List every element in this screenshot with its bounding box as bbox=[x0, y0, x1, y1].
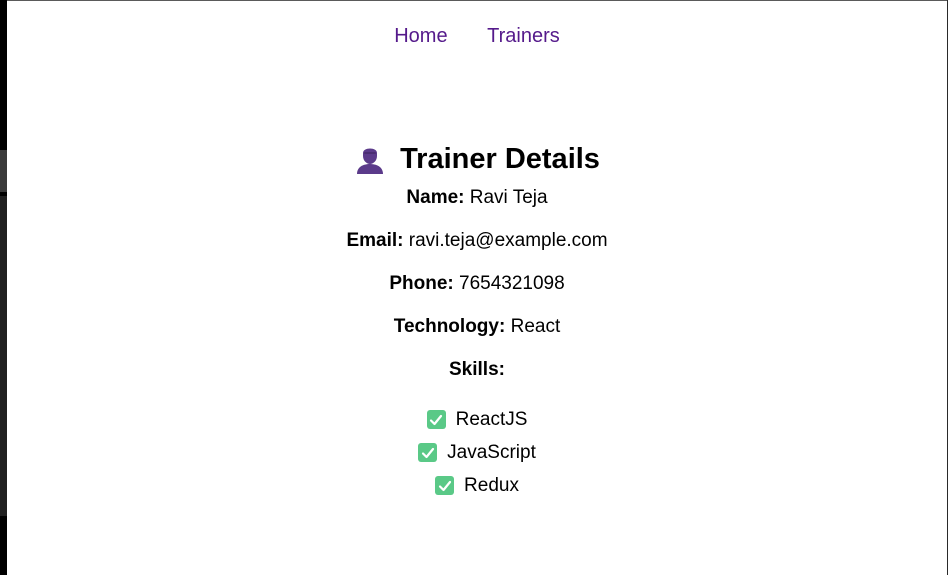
skills-label: Skills: bbox=[449, 359, 505, 380]
list-item: ReactJS bbox=[7, 403, 947, 436]
field-value: ravi.teja@example.com bbox=[408, 230, 608, 251]
skills-list: ReactJS JavaScript Redux bbox=[7, 403, 947, 502]
field-value: React bbox=[510, 316, 561, 337]
field-skills: Skills: bbox=[7, 355, 947, 398]
nav-link-home[interactable]: Home bbox=[394, 25, 447, 47]
page: Home Trainers Trainer Details Name: Ravi… bbox=[7, 1, 947, 575]
top-nav: Home Trainers bbox=[7, 25, 947, 48]
window-edge-segment bbox=[0, 150, 7, 192]
field-label: Name: bbox=[406, 187, 465, 208]
field-phone: Phone: 7654321098 bbox=[7, 269, 947, 312]
field-label: Technology: bbox=[393, 316, 506, 337]
window-left-border bbox=[0, 0, 7, 575]
list-item: JavaScript bbox=[7, 436, 947, 469]
skill-label: Redux bbox=[464, 474, 519, 496]
field-technology: Technology: React bbox=[7, 312, 947, 355]
trainer-details: Trainer Details Name: Ravi Teja Email: r… bbox=[7, 139, 947, 502]
nav-link-trainers[interactable]: Trainers bbox=[487, 25, 560, 47]
field-label: Phone: bbox=[389, 273, 454, 294]
list-item: Redux bbox=[7, 469, 947, 502]
field-email: Email: ravi.teja@example.com bbox=[7, 226, 947, 269]
field-value: 7654321098 bbox=[459, 273, 565, 294]
person-silhouette-icon bbox=[354, 143, 386, 175]
check-mark-button-icon bbox=[426, 410, 446, 429]
skill-label: JavaScript bbox=[447, 441, 536, 463]
check-mark-button-icon bbox=[435, 476, 455, 495]
field-name: Name: Ravi Teja bbox=[7, 183, 947, 226]
skill-label: ReactJS bbox=[455, 408, 528, 430]
check-mark-button-icon bbox=[418, 443, 438, 462]
window-edge-segment bbox=[0, 196, 7, 516]
title-text: Trainer Details bbox=[400, 143, 600, 175]
field-list: Name: Ravi Teja Email: ravi.teja@example… bbox=[7, 183, 947, 398]
page-title: Trainer Details bbox=[7, 139, 947, 179]
field-label: Email: bbox=[346, 230, 404, 251]
field-value: Ravi Teja bbox=[469, 187, 548, 208]
